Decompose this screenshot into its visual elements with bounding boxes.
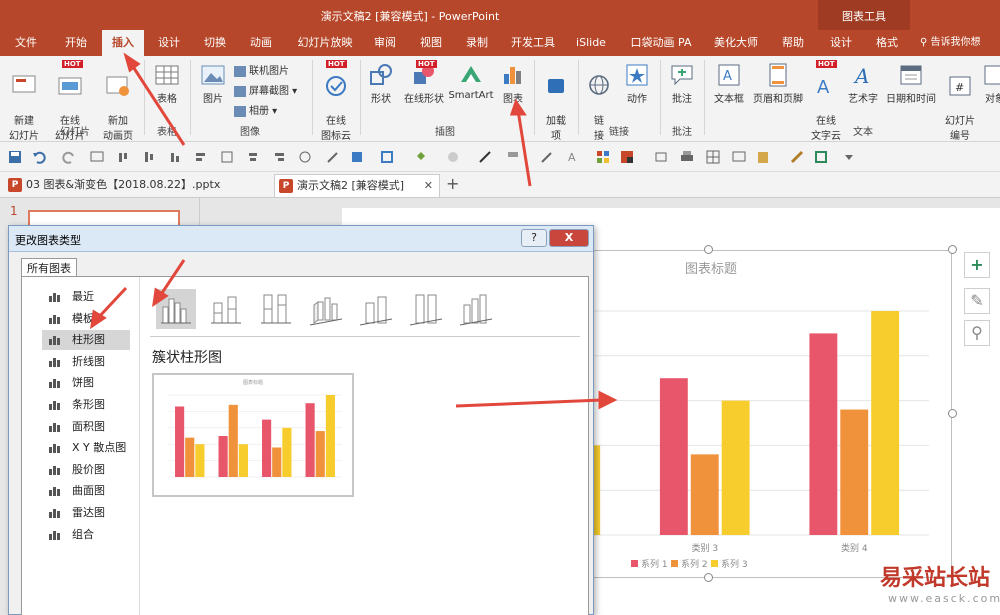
annotation-arrowhead <box>598 390 618 410</box>
annotation-arrow <box>516 109 532 187</box>
watermark-url: www.easck.com <box>888 592 1000 605</box>
annotation-arrowhead <box>123 52 141 73</box>
annotation-arrow <box>96 286 128 320</box>
annotation-arrow <box>158 259 186 297</box>
annotation-arrowhead <box>509 98 527 116</box>
annotation-arrows <box>90 52 618 410</box>
annotation-arrow <box>455 398 603 408</box>
watermark-text: 易采站长站 <box>880 565 991 591</box>
annotation-arrow <box>128 61 186 146</box>
